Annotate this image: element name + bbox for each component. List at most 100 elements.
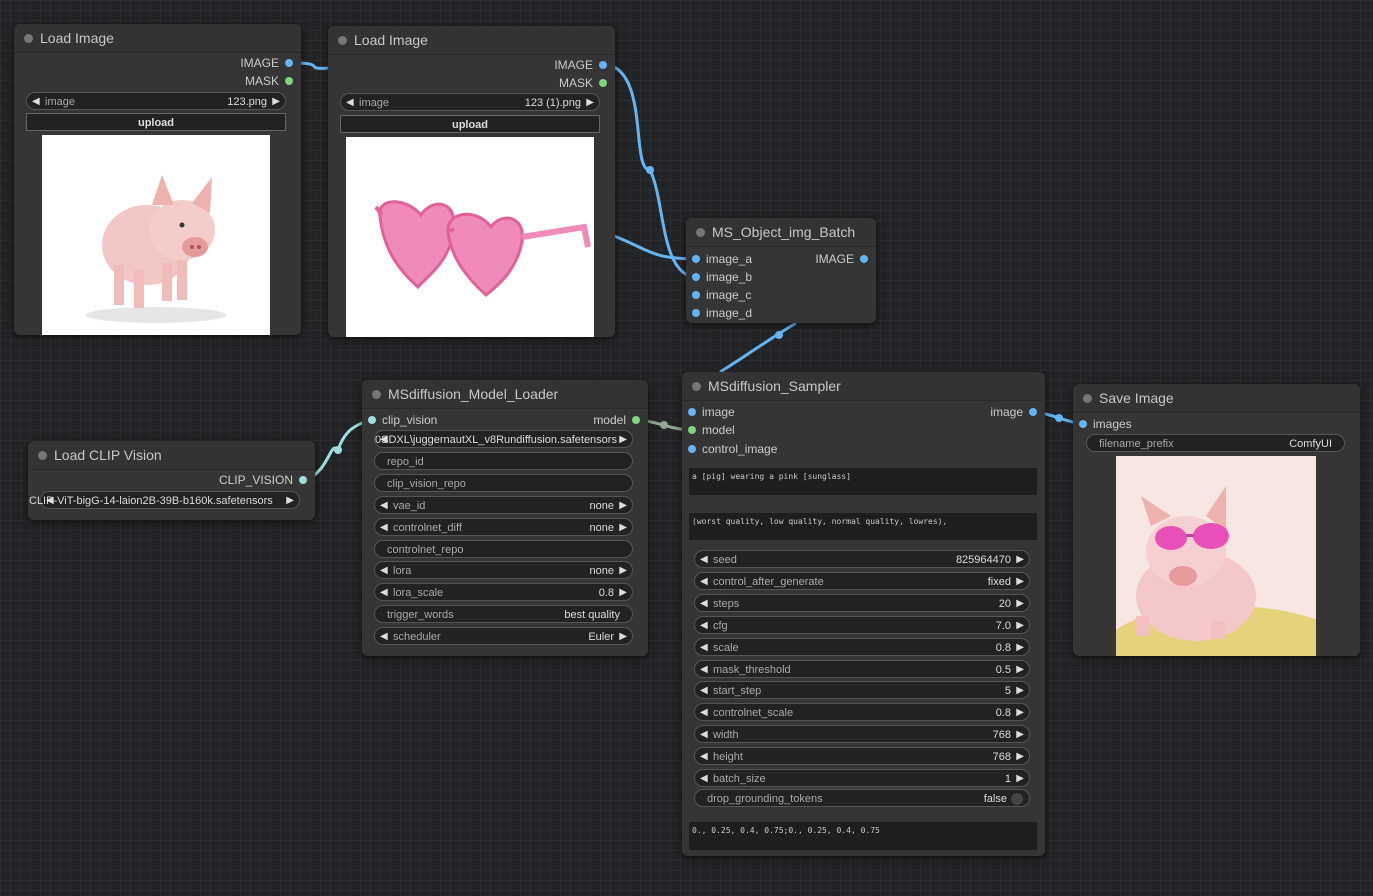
arrow-right-icon[interactable]: ▶ <box>1016 748 1024 766</box>
socket-icon[interactable] <box>688 408 696 416</box>
output-image[interactable]: IMAGE <box>240 54 293 72</box>
vae-id-select[interactable]: ◀ vae_id none ▶ <box>374 496 633 514</box>
collapse-dot-icon[interactable] <box>1083 394 1092 403</box>
clip-vision-repo-field[interactable]: clip_vision_repo <box>374 474 633 492</box>
output-mask[interactable]: MASK <box>245 72 293 90</box>
input-image[interactable]: image <box>688 403 735 421</box>
arrow-left-icon[interactable]: ◀ <box>380 497 388 515</box>
arrow-right-icon[interactable]: ▶ <box>619 628 627 646</box>
arrow-right-icon[interactable]: ▶ <box>1016 682 1024 700</box>
param-start-step[interactable]: ◀ start_step 5 ▶ <box>694 681 1030 700</box>
arrow-right-icon[interactable]: ▶ <box>1016 639 1024 657</box>
image-select[interactable]: ◀ image 123 (1).png ▶ <box>340 93 600 111</box>
arrow-right-icon[interactable]: ▶ <box>1016 617 1024 635</box>
arrow-right-icon[interactable]: ▶ <box>1016 573 1024 591</box>
controlnet-diff-select[interactable]: ◀ controlnet_diff none ▶ <box>374 518 633 536</box>
socket-icon[interactable] <box>285 77 293 85</box>
collapse-dot-icon[interactable] <box>38 451 47 460</box>
arrow-left-icon[interactable]: ◀ <box>700 770 708 788</box>
arrow-left-icon[interactable]: ◀ <box>32 93 40 111</box>
node-title[interactable]: Load Image <box>14 24 301 53</box>
collapse-dot-icon[interactable] <box>338 36 347 45</box>
load-clip-vision-node[interactable]: Load CLIP Vision CLIP_VISION ◀ CLIP-ViT-… <box>28 441 315 520</box>
arrow-left-icon[interactable]: ◀ <box>700 748 708 766</box>
role-scale-textarea[interactable]: 0., 0.25, 0.4, 0.75;0., 0.25, 0.4, 0.75 <box>689 822 1037 850</box>
param-controlnet-scale[interactable]: ◀ controlnet_scale 0.8 ▶ <box>694 703 1030 722</box>
collapse-dot-icon[interactable] <box>372 390 381 399</box>
positive-prompt-textarea[interactable]: a [pig] wearing a pink [sunglass] <box>689 468 1037 495</box>
negative-prompt-textarea[interactable]: (worst quality, low quality, normal qual… <box>689 513 1037 540</box>
arrow-left-icon[interactable]: ◀ <box>700 682 708 700</box>
input-image-a[interactable]: image_a <box>692 250 752 268</box>
socket-icon[interactable] <box>299 476 307 484</box>
filename-prefix-field[interactable]: filename_prefix ComfyUI <box>1086 434 1345 452</box>
arrow-left-icon[interactable]: ◀ <box>700 617 708 635</box>
param-width[interactable]: ◀ width 768 ▶ <box>694 725 1030 744</box>
param-height[interactable]: ◀ height 768 ▶ <box>694 747 1030 766</box>
arrow-right-icon[interactable]: ▶ <box>1016 661 1024 679</box>
socket-icon[interactable] <box>368 416 376 424</box>
param-mask-threshold[interactable]: ◀ mask_threshold 0.5 ▶ <box>694 659 1030 679</box>
arrow-left-icon[interactable]: ◀ <box>700 573 708 591</box>
lora-scale-stepper[interactable]: ◀ lora_scale 0.8 ▶ <box>374 583 633 601</box>
param-cfg[interactable]: ◀ cfg 7.0 ▶ <box>694 615 1030 635</box>
image-select[interactable]: ◀ image 123.png ▶ <box>26 92 286 110</box>
socket-icon[interactable] <box>285 59 293 67</box>
arrow-right-icon[interactable]: ▶ <box>619 497 627 515</box>
socket-icon[interactable] <box>692 309 700 317</box>
socket-icon[interactable] <box>599 61 607 69</box>
socket-icon[interactable] <box>860 255 868 263</box>
arrow-right-icon[interactable]: ▶ <box>1016 704 1024 722</box>
controlnet-repo-field[interactable]: controlnet_repo <box>374 540 633 558</box>
ms-object-img-batch-node[interactable]: MS_Object_img_Batch image_a image_b imag… <box>686 218 876 323</box>
arrow-left-icon[interactable]: ◀ <box>380 519 388 537</box>
arrow-right-icon[interactable]: ▶ <box>619 584 627 602</box>
ckpt-select[interactable]: ◀ 0SDXL\juggernautXL_v8Rundiffusion.safe… <box>374 430 633 448</box>
node-title[interactable]: MSdiffusion_Model_Loader <box>362 380 648 409</box>
output-model[interactable]: model <box>593 411 640 429</box>
socket-icon[interactable] <box>1029 408 1037 416</box>
input-image-d[interactable]: image_d <box>692 304 752 322</box>
arrow-left-icon[interactable]: ◀ <box>700 551 708 569</box>
load-image-node-2[interactable]: Load Image IMAGE MASK ◀ image 123 (1).pn… <box>328 26 615 337</box>
toggle-knob-icon[interactable] <box>1011 793 1023 805</box>
load-image-node-1[interactable]: Load Image IMAGE MASK ◀ image 123.png ▶ … <box>14 24 301 335</box>
input-clip-vision[interactable]: clip_vision <box>368 411 437 429</box>
input-image-c[interactable]: image_c <box>692 286 751 304</box>
param-batch-size[interactable]: ◀ batch_size 1 ▶ <box>694 769 1030 787</box>
arrow-left-icon[interactable]: ◀ <box>700 661 708 679</box>
node-title[interactable]: MS_Object_img_Batch <box>686 218 876 247</box>
node-title[interactable]: MSdiffusion_Sampler <box>682 372 1045 401</box>
arrow-left-icon[interactable]: ◀ <box>700 639 708 657</box>
arrow-right-icon[interactable]: ▶ <box>619 431 627 449</box>
node-title[interactable]: Load Image <box>328 26 615 55</box>
drop-grounding-tokens-toggle[interactable]: drop_grounding_tokens false <box>694 789 1030 807</box>
param-control-after-generate[interactable]: ◀ control_after_generate fixed ▶ <box>694 571 1030 591</box>
node-title[interactable]: Save Image <box>1073 384 1360 413</box>
arrow-right-icon[interactable]: ▶ <box>1016 595 1024 613</box>
output-clip-vision[interactable]: CLIP_VISION <box>219 471 307 489</box>
arrow-left-icon[interactable]: ◀ <box>700 726 708 744</box>
msdiffusion-model-loader-node[interactable]: MSdiffusion_Model_Loader clip_vision mod… <box>362 380 648 656</box>
param-steps[interactable]: ◀ steps 20 ▶ <box>694 593 1030 613</box>
lora-select[interactable]: ◀ lora none ▶ <box>374 561 633 579</box>
collapse-dot-icon[interactable] <box>24 34 33 43</box>
upload-button[interactable]: upload <box>340 115 600 133</box>
socket-icon[interactable] <box>692 255 700 263</box>
arrow-left-icon[interactable]: ◀ <box>346 94 354 112</box>
input-images[interactable]: images <box>1079 415 1132 433</box>
arrow-left-icon[interactable]: ◀ <box>700 595 708 613</box>
collapse-dot-icon[interactable] <box>692 382 701 391</box>
output-image[interactable]: IMAGE <box>815 250 868 268</box>
input-model[interactable]: model <box>688 421 735 439</box>
socket-icon[interactable] <box>599 79 607 87</box>
output-image[interactable]: image <box>990 403 1037 421</box>
arrow-right-icon[interactable]: ▶ <box>1016 726 1024 744</box>
output-mask[interactable]: MASK <box>559 74 607 92</box>
input-control-image[interactable]: control_image <box>688 440 777 458</box>
save-image-node[interactable]: Save Image images filename_prefix ComfyUI <box>1073 384 1360 656</box>
socket-icon[interactable] <box>692 291 700 299</box>
scheduler-select[interactable]: ◀ scheduler Euler ▶ <box>374 627 633 645</box>
socket-icon[interactable] <box>632 416 640 424</box>
socket-icon[interactable] <box>688 426 696 434</box>
